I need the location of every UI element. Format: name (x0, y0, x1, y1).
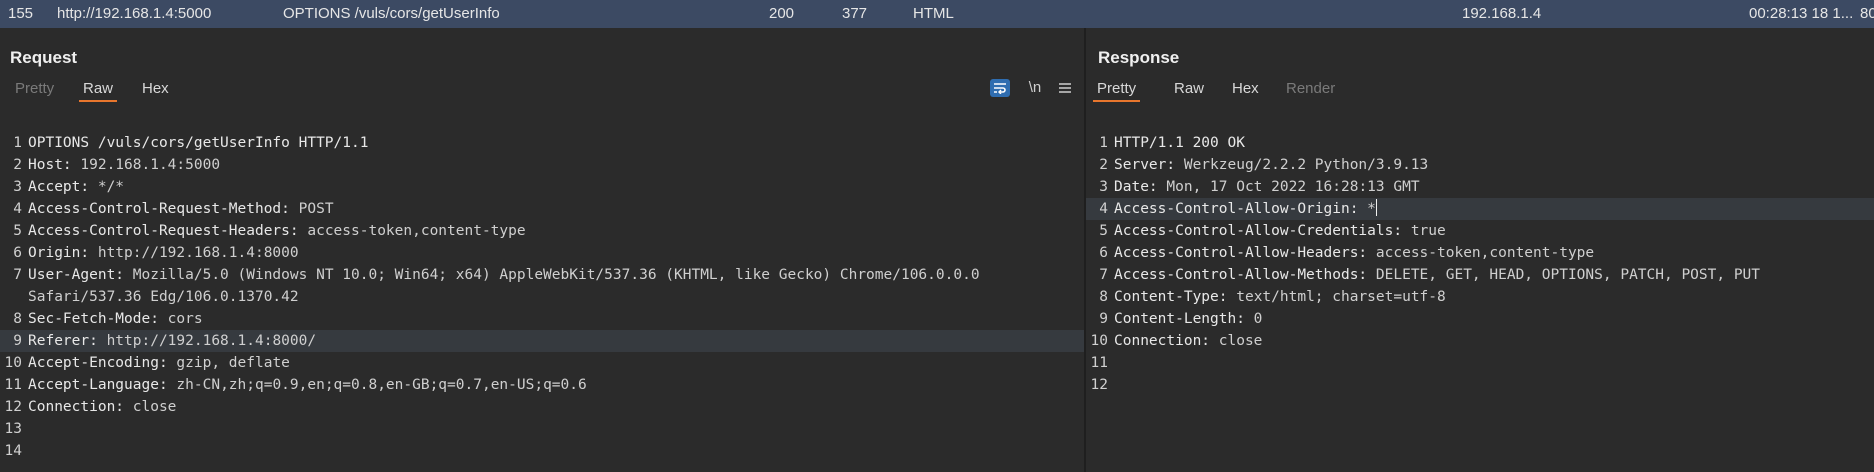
row-mime: HTML (913, 5, 954, 22)
request-line: 3 Accept: */* (13, 179, 125, 195)
row-status: 200 (769, 5, 795, 22)
request-line: 10 Accept-Encoding: gzip, deflate (4, 355, 290, 371)
request-line: 5 Access-Control-Request-Headers: access-… (13, 223, 526, 239)
hamburger-menu-icon[interactable] (1055, 76, 1075, 100)
request-line: 2 Host: 192.168.1.4:5000 (13, 157, 221, 173)
tab-response-hex[interactable]: Hex (1228, 76, 1263, 102)
row-length: 377 (842, 5, 868, 22)
response-tabs: Pretty Raw Hex Render (1086, 76, 1874, 102)
response-title: Response (1098, 48, 1180, 67)
row-method-path: OPTIONS /vuls/cors/getUserInfo (283, 5, 500, 22)
tab-request-pretty[interactable]: Pretty (11, 76, 58, 102)
request-tabs: Pretty Raw Hex (0, 76, 1084, 102)
history-selected-row[interactable]: 155 http://192.168.1.4:5000 OPTIONS /vul… (0, 0, 1874, 29)
request-line-wrapped: Safari/537.36 Edg/106.0.1370.42 (28, 289, 299, 305)
row-time: 00:28:13 18 1... (1749, 5, 1854, 22)
request-line: 12 Connection: close (4, 399, 177, 415)
tab-response-pretty[interactable]: Pretty (1093, 76, 1141, 102)
wrap-lines-icon[interactable] (990, 79, 1010, 97)
response-line: 2 Server: Werkzeug/2.2.2 Python/3.9.13 (1099, 157, 1429, 173)
request-title: Request (10, 48, 78, 67)
text-cursor (1375, 199, 1377, 216)
tab-request-raw[interactable]: Raw (79, 76, 118, 102)
response-line: 8 Content-Type: text/html; charset=utf-8 (1099, 289, 1446, 305)
row-index: 155 (8, 5, 34, 22)
request-line: 11 Accept-Language: zh-CN,zh;q=0.9,en;q=0… (4, 377, 587, 393)
request-line: 7 User-Agent: Mozilla/5.0 (Windows NT 10.… (13, 267, 980, 283)
response-editor[interactable]: 1 HTTP/1.1 200 OK 2 Server: Werkzeug/2.2.2… (1086, 102, 1874, 472)
row-host: http://192.168.1.4:5000 (57, 5, 212, 22)
request-line: 8 Sec-Fetch-Mode: cors (13, 311, 203, 327)
response-line: 6 Access-Control-Allow-Headers: access-to… (1099, 245, 1595, 261)
request-line: 13 (4, 421, 22, 437)
tab-response-raw[interactable]: Raw (1170, 76, 1208, 102)
request-pane: Request Pretty Raw Hex \n 1 OPTIONS /vuls… (0, 28, 1084, 472)
response-line: 3 Date: Mon, 17 Oct 2022 16:28:13 GMT (1099, 179, 1420, 195)
response-pane: Response Pretty Raw Hex Render 1 HTTP/1.1… (1086, 28, 1874, 472)
response-line: 10 Connection: close (1090, 333, 1263, 349)
response-line: 7 Access-Control-Allow-Methods: DELETE, G… (1099, 267, 1761, 283)
response-line: 5 Access-Control-Allow-Credentials: true (1099, 223, 1446, 239)
response-line: 11 (1090, 355, 1108, 371)
request-line: 4 Access-Control-Request-Method: POST (13, 201, 334, 217)
request-line: 14 (4, 443, 22, 459)
response-line-highlighted: 4 Access-Control-Allow-Origin: * (1086, 198, 1874, 220)
row-port: 80 (1860, 5, 1874, 22)
response-line: 9 Content-Length: 0 (1099, 311, 1263, 327)
request-editor[interactable]: 1 OPTIONS /vuls/cors/getUserInfo HTTP/1.1… (0, 102, 1084, 472)
row-ip: 192.168.1.4 (1462, 5, 1542, 22)
newline-toggle-button[interactable]: \n (1024, 76, 1046, 100)
request-line-highlighted: 9 Referer: http://192.168.1.4:8000/ (0, 330, 1084, 352)
tab-response-render[interactable]: Render (1282, 76, 1339, 102)
tab-request-hex[interactable]: Hex (138, 76, 173, 102)
response-line: 12 (1090, 377, 1108, 393)
response-line: 1 HTTP/1.1 200 OK (1099, 135, 1245, 151)
request-line: 6 Origin: http://192.168.1.4:8000 (13, 245, 299, 261)
request-line: 1 OPTIONS /vuls/cors/getUserInfo HTTP/1.1 (13, 135, 369, 151)
